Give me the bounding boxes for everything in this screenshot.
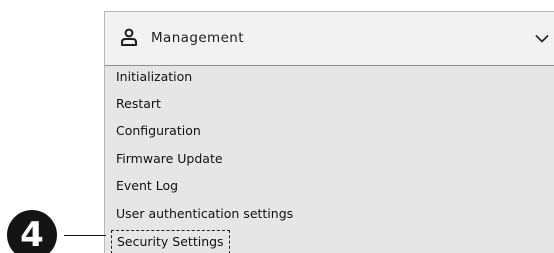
menu-item-label: Initialization (116, 69, 193, 84)
menu-item-label: Restart (116, 96, 161, 111)
menu-item-label: Configuration (116, 123, 201, 138)
menu-item-initialization[interactable]: Initialization (105, 66, 554, 93)
menu-item-user-authentication-settings[interactable]: User authentication settings (105, 203, 554, 230)
management-header[interactable]: Management (105, 12, 554, 66)
screenshot-stage: Management Initialization Restart Config… (0, 0, 554, 253)
menu-item-security-settings[interactable]: Security Settings (105, 230, 554, 253)
menu-item-label: Security Settings (111, 230, 230, 253)
menu-item-configuration[interactable]: Configuration (105, 120, 554, 147)
user-icon (121, 28, 137, 46)
menu-item-firmware-update[interactable]: Firmware Update (105, 148, 554, 175)
management-panel: Management Initialization Restart Config… (104, 11, 554, 253)
menu-item-label: Event Log (116, 178, 179, 193)
management-title: Management (151, 30, 244, 46)
menu-item-label: User authentication settings (116, 206, 294, 221)
menu-item-label: Firmware Update (116, 151, 223, 166)
callout-number-badge: 4 (7, 210, 57, 253)
chevron-down-icon[interactable] (535, 34, 549, 44)
menu-item-event-log[interactable]: Event Log (105, 175, 554, 202)
callout-leader-line (64, 235, 106, 236)
menu-item-restart[interactable]: Restart (105, 93, 554, 120)
